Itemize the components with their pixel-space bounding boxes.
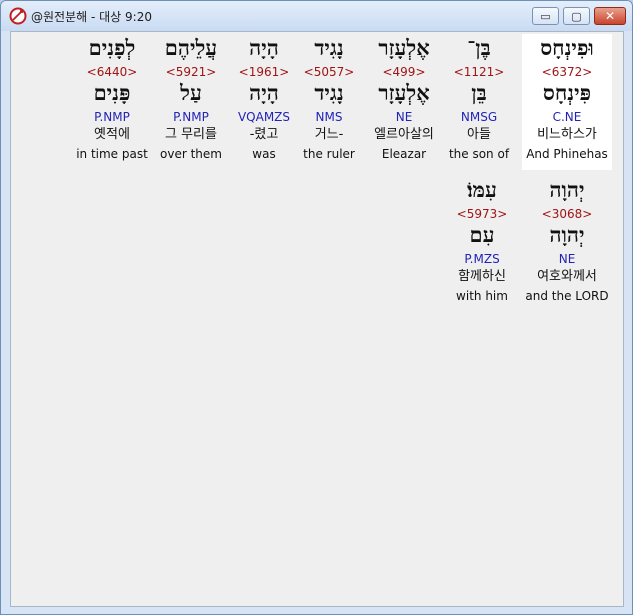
strong-number[interactable]: <6372> bbox=[522, 65, 612, 79]
korean-gloss: 옛적에 bbox=[94, 127, 130, 142]
maximize-icon: ▢ bbox=[571, 9, 582, 23]
korean-gloss: 여호와께서 bbox=[537, 269, 597, 284]
word-column[interactable]: יְהוָה <3068> יְהוָה NE 여호와께서 and the LO… bbox=[522, 176, 612, 312]
minimize-icon: ▭ bbox=[540, 9, 551, 23]
hebrew-word: עִמּוֹ׃ bbox=[467, 177, 497, 202]
english-gloss: in time past bbox=[76, 147, 148, 161]
strong-number[interactable]: <5921> bbox=[146, 65, 236, 79]
lexical-form: עִם bbox=[469, 222, 495, 247]
maximize-button[interactable]: ▢ bbox=[563, 7, 590, 25]
parsing-code: P.NMP bbox=[94, 110, 130, 124]
analysis-panel: וּפִינְחָס <6372> פִּינְחָס C.NE 비느하스가 A… bbox=[10, 31, 624, 607]
strong-number[interactable]: <6440> bbox=[67, 65, 157, 79]
hebrew-word: וּפִינְחָס bbox=[540, 35, 594, 60]
hebrew-word: עֲלֵיהֶם bbox=[164, 35, 218, 60]
strong-number[interactable]: <3068> bbox=[522, 207, 612, 221]
strong-number[interactable]: <5973> bbox=[437, 207, 527, 221]
lexical-form: יְהוָה bbox=[549, 222, 585, 247]
word-column[interactable]: וּפִינְחָס <6372> פִּינְחָס C.NE 비느하스가 A… bbox=[522, 34, 612, 170]
parsing-code: NE bbox=[558, 252, 576, 266]
english-gloss: And Phinehas bbox=[526, 147, 608, 161]
english-gloss: over them bbox=[160, 147, 222, 161]
korean-gloss: 그 무리를 bbox=[165, 127, 217, 142]
parsing-code: P.NMP bbox=[173, 110, 209, 124]
lexical-form: פִּינְחָס bbox=[542, 80, 592, 105]
hebrew-word: לְפָנִים bbox=[88, 35, 136, 60]
word-column[interactable]: עִמּוֹ׃ <5973> עִם P.MZS 함께하신 with him bbox=[437, 176, 527, 312]
close-icon: ✕ bbox=[604, 9, 616, 23]
title-bar[interactable]: @원전분해 - 대상 9:20 ▭ ▢ ✕ bbox=[1, 1, 632, 31]
close-button[interactable]: ✕ bbox=[594, 7, 626, 25]
korean-gloss: 함께하신 bbox=[458, 269, 506, 284]
lexical-form: פָּנִים bbox=[93, 80, 131, 105]
english-gloss: with him bbox=[456, 289, 508, 303]
lexical-form: עַל bbox=[180, 80, 202, 105]
english-gloss: and the LORD bbox=[525, 289, 609, 303]
app-window: @원전분해 - 대상 9:20 ▭ ▢ ✕ וּפִינְחָס <6372> … bbox=[0, 0, 633, 615]
hebrew-word: יְהוָה bbox=[549, 177, 585, 202]
window-title: @원전분해 - 대상 9:20 bbox=[31, 10, 152, 24]
word-column[interactable]: לְפָנִים <6440> פָּנִים P.NMP 옛적에 in tim… bbox=[67, 34, 157, 170]
parsing-code: C.NE bbox=[552, 110, 582, 124]
word-column[interactable]: עֲלֵיהֶם <5921> עַל P.NMP 그 무리를 over the… bbox=[146, 34, 236, 170]
parsing-code: P.MZS bbox=[464, 252, 500, 266]
app-logo-icon[interactable] bbox=[9, 7, 27, 25]
minimize-button[interactable]: ▭ bbox=[532, 7, 559, 25]
korean-gloss: 비느하스가 bbox=[537, 127, 597, 142]
